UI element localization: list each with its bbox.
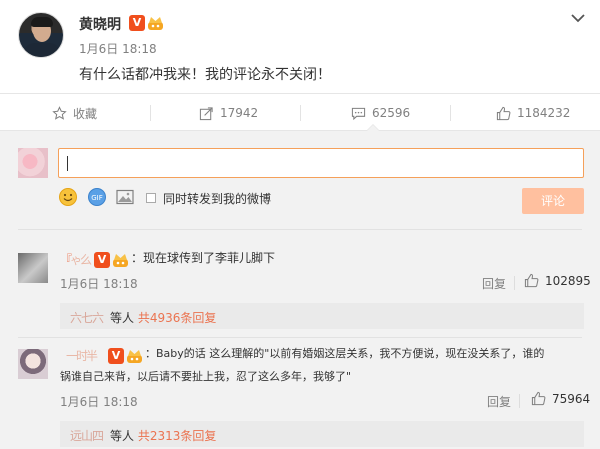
verified-badge-icon: V <box>94 252 110 268</box>
comments-section: GIF 同时转发到我的微博 评论 『 ゃ么 V ：现在球传到了李菲儿脚下 1月6… <box>0 131 600 449</box>
submit-comment-button[interactable]: 评论 <box>522 188 584 214</box>
comment-like-button[interactable]: 102895 <box>524 273 591 288</box>
sub-reply-suffix: 等人 <box>110 429 138 443</box>
sub-reply-users: 远山四 <box>70 429 104 443</box>
reply-button[interactable]: 回复 <box>482 275 506 292</box>
thumbs-up-icon <box>531 391 546 406</box>
svg-text:GIF: GIF <box>91 194 103 202</box>
crown-badge-icon <box>113 254 128 267</box>
repost-button[interactable]: 17942 <box>199 94 258 132</box>
sub-reply-suffix: 等人 <box>110 311 138 325</box>
post-action-bar: 收藏 17942 62596 1184232 <box>0 93 600 131</box>
comment-text: ：现在球传到了李菲儿脚下 <box>131 251 276 265</box>
reply-button[interactable]: 回复 <box>487 393 511 410</box>
like-button[interactable]: 1184232 <box>496 94 570 132</box>
author-name[interactable]: 黄晓明 <box>79 14 121 34</box>
chevron-down-icon[interactable] <box>570 10 586 26</box>
share-to-weibo-checkbox[interactable] <box>146 193 156 203</box>
crown-badge-icon <box>148 17 163 30</box>
author-avatar[interactable] <box>18 12 64 58</box>
view-replies-link[interactable]: 共4936条回复 <box>138 311 217 325</box>
comment-timestamp: 1月6日 18:18 <box>60 395 138 409</box>
favorite-label: 收藏 <box>73 106 98 121</box>
weibo-post: 黄晓明 V 1月6日 18:18 有什么话都冲我来！我的评论永不关闭！ <box>0 0 600 93</box>
sub-reply-summary: 等人 共2313条回复 <box>110 427 216 444</box>
commenter-avatar[interactable] <box>18 349 48 379</box>
commenter-avatar[interactable] <box>18 253 48 283</box>
comment-timestamp: 1月6日 18:18 <box>60 277 138 291</box>
repost-icon <box>199 106 213 120</box>
star-icon <box>52 105 67 120</box>
image-icon[interactable] <box>115 187 135 207</box>
comment-like-count: 75964 <box>552 391 591 406</box>
share-to-weibo-label: 同时转发到我的微博 <box>163 192 272 206</box>
comment-text: ：Baby的话 这么理解的"以前有婚姻这层关系，我不方便说，现在没关系了，谁的 <box>145 347 545 360</box>
sub-reply-users: 六七六 <box>70 311 104 325</box>
favorite-button[interactable]: 收藏 <box>52 94 97 132</box>
comment-count: 62596 <box>372 106 411 120</box>
thumbs-up-icon <box>524 273 539 288</box>
view-replies-link[interactable]: 共2313条回复 <box>138 429 217 443</box>
comment-text-continued: 锅谁自己来背，以后请不要扯上我，忍了这么多年，我够了" <box>60 370 352 383</box>
crown-badge-icon <box>127 350 142 363</box>
commenter-name-blurred: ゃ么 <box>70 253 92 267</box>
comment-like-button[interactable]: 75964 <box>531 391 590 406</box>
sub-replies-bar: 六七六 等人 共4936条回复 <box>60 303 584 329</box>
commenter-name-blurred: 一时半 <box>66 349 98 363</box>
sub-reply-summary: 等人 共4936条回复 <box>110 309 216 326</box>
my-avatar[interactable] <box>18 148 48 178</box>
gif-icon[interactable]: GIF <box>87 187 107 207</box>
comment-button[interactable]: 62596 <box>351 94 410 132</box>
verified-badge-icon: V <box>129 15 145 31</box>
sub-replies-bar: 远山四 等人 共2313条回复 <box>60 421 584 447</box>
comment-like-count: 102895 <box>545 273 591 288</box>
divider <box>18 229 582 230</box>
comment-icon <box>351 107 366 120</box>
thumbs-up-icon <box>496 106 511 120</box>
divider <box>18 337 582 338</box>
emoji-icon[interactable] <box>58 187 78 207</box>
like-count: 1184232 <box>517 106 571 120</box>
comment-input[interactable] <box>58 148 584 178</box>
post-timestamp[interactable]: 1月6日 18:18 <box>79 40 157 57</box>
repost-count: 17942 <box>220 106 259 120</box>
verified-badge-icon: V <box>108 348 124 364</box>
post-content: 有什么话都冲我来！我的评论永不关闭！ <box>79 67 331 83</box>
